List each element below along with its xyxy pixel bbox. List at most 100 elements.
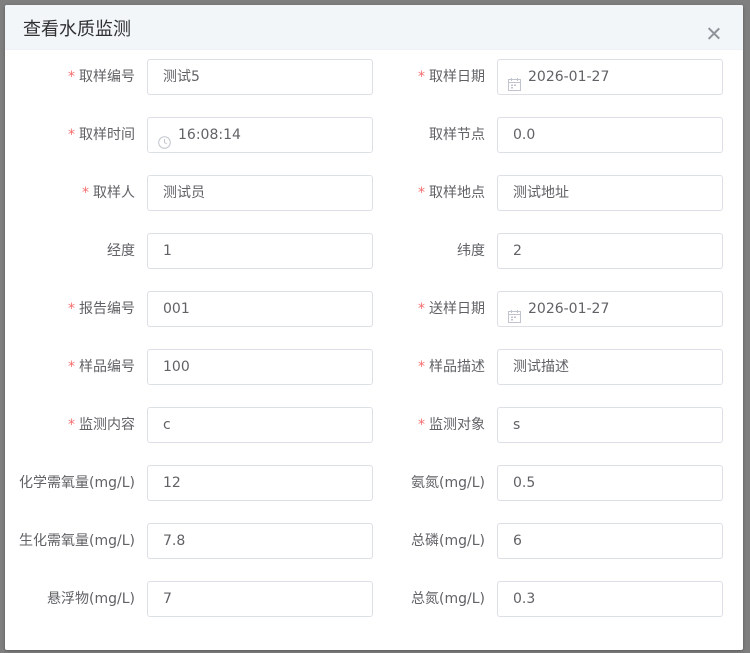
- required-mark: *: [68, 359, 75, 375]
- field-label-text: 化学需氧量(mg/L): [19, 475, 135, 491]
- required-mark: *: [68, 69, 75, 85]
- required-mark: *: [68, 127, 75, 143]
- field-label: * 取样日期: [355, 59, 485, 95]
- field-label: 经度: [5, 233, 135, 269]
- field-label-text: 总磷(mg/L): [411, 533, 485, 549]
- field-value: 0.0: [513, 127, 536, 143]
- field-value: 测试5: [163, 69, 200, 85]
- field-value: 测试地址: [513, 185, 569, 201]
- field-label-text: 经度: [107, 243, 135, 259]
- form-row: 生化需氧量(mg/L) 7.8 总磷(mg/L) 6: [5, 523, 743, 581]
- field-value: 2026-01-27: [528, 69, 610, 85]
- field-label: 化学需氧量(mg/L): [5, 465, 135, 501]
- field-value: s: [513, 417, 521, 433]
- required-mark: *: [68, 417, 75, 433]
- field-input[interactable]: 0.3: [497, 581, 723, 617]
- field-input[interactable]: 0.0: [497, 117, 723, 153]
- field-input[interactable]: 001: [147, 291, 373, 327]
- field-input[interactable]: 7.8: [147, 523, 373, 559]
- field-input[interactable]: s: [497, 407, 723, 443]
- field-input[interactable]: 16:08:14: [147, 117, 373, 153]
- field-value: 2026-01-27: [528, 301, 610, 317]
- field-label: * 送样日期: [355, 291, 485, 327]
- field-label: 总磷(mg/L): [355, 523, 485, 559]
- required-mark: *: [82, 185, 89, 201]
- field-input[interactable]: 测试员: [147, 175, 373, 211]
- field-input[interactable]: 6: [497, 523, 723, 559]
- field-value: 1: [163, 243, 172, 259]
- form-row: * 取样编号 测试5 * 取样日期 2026-01-27: [5, 59, 743, 117]
- field-input[interactable]: 0.5: [497, 465, 723, 501]
- field-label: * 报告编号: [5, 291, 135, 327]
- field-label: * 取样人: [5, 175, 135, 211]
- field-label: * 监测对象: [355, 407, 485, 443]
- required-mark: *: [418, 69, 425, 85]
- field-value: 001: [163, 301, 190, 317]
- field-input[interactable]: 测试地址: [497, 175, 723, 211]
- field-label: 氨氮(mg/L): [355, 465, 485, 501]
- field-input[interactable]: 2: [497, 233, 723, 269]
- form-row: * 监测内容 c * 监测对象 s: [5, 407, 743, 465]
- form-row: 经度 1 纬度 2: [5, 233, 743, 291]
- field-label: 纬度: [355, 233, 485, 269]
- field-value: 0.3: [513, 591, 536, 607]
- field-label-text: 监测对象: [429, 417, 485, 433]
- dialog-title: 查看水质监测: [23, 19, 131, 40]
- field-label-text: 报告编号: [79, 301, 135, 317]
- field-label: * 监测内容: [5, 407, 135, 443]
- field-value: 2: [513, 243, 522, 259]
- field-label: 取样节点: [355, 117, 485, 153]
- field-label-text: 生化需氧量(mg/L): [19, 533, 135, 549]
- field-label-text: 氨氮(mg/L): [411, 475, 485, 491]
- field-label-text: 样品编号: [79, 359, 135, 375]
- field-label: 悬浮物(mg/L): [5, 581, 135, 617]
- field-label: * 取样地点: [355, 175, 485, 211]
- field-label: 生化需氧量(mg/L): [5, 523, 135, 559]
- field-input[interactable]: c: [147, 407, 373, 443]
- calendar-icon: [508, 70, 521, 91]
- field-label: * 取样编号: [5, 59, 135, 95]
- field-value: 100: [163, 359, 190, 375]
- field-value: 16:08:14: [178, 127, 241, 143]
- field-value: 测试描述: [513, 359, 569, 375]
- field-value: 12: [163, 475, 181, 491]
- form-row: * 报告编号 001 * 送样日期 2026-01-27: [5, 291, 743, 349]
- field-label-text: 悬浮物(mg/L): [47, 591, 135, 607]
- field-input[interactable]: 12: [147, 465, 373, 501]
- field-label: 总氮(mg/L): [355, 581, 485, 617]
- field-label-text: 送样日期: [429, 301, 485, 317]
- field-input[interactable]: 100: [147, 349, 373, 385]
- field-value: 测试员: [163, 185, 205, 201]
- field-input[interactable]: 测试5: [147, 59, 373, 95]
- field-label-text: 总氮(mg/L): [411, 591, 485, 607]
- dialog-header: 查看水质监测: [5, 5, 743, 50]
- field-input[interactable]: 2026-01-27: [497, 291, 723, 327]
- form-row: * 取样人 测试员 * 取样地点 测试地址: [5, 175, 743, 233]
- form-grid: * 取样编号 测试5 * 取样日期 2026-01-27 * 取样时间 16:08:14 取样节点…: [5, 59, 743, 639]
- field-value: 0.5: [513, 475, 536, 491]
- field-label-text: 取样编号: [79, 69, 135, 85]
- form-row: * 取样时间 16:08:14 取样节点 0.0: [5, 117, 743, 175]
- field-label-text: 取样日期: [429, 69, 485, 85]
- field-value: 6: [513, 533, 522, 549]
- required-mark: *: [68, 301, 75, 317]
- form-row: * 样品编号 100 * 样品描述 测试描述: [5, 349, 743, 407]
- calendar-icon: [508, 302, 521, 323]
- field-input[interactable]: 2026-01-27: [497, 59, 723, 95]
- field-label: * 样品描述: [355, 349, 485, 385]
- field-label: * 取样时间: [5, 117, 135, 153]
- required-mark: *: [418, 359, 425, 375]
- close-icon[interactable]: [707, 27, 721, 41]
- form-row: 化学需氧量(mg/L) 12 氨氮(mg/L) 0.5: [5, 465, 743, 523]
- required-mark: *: [418, 185, 425, 201]
- view-water-quality-dialog: 查看水质监测 * 取样编号 测试5 * 取样日期 2026-01-27 * 取样时间 16:08…: [5, 5, 743, 650]
- field-input[interactable]: 1: [147, 233, 373, 269]
- field-label-text: 监测内容: [79, 417, 135, 433]
- field-value: 7.8: [163, 533, 186, 549]
- form-row: 悬浮物(mg/L) 7 总氮(mg/L) 0.3: [5, 581, 743, 639]
- field-input[interactable]: 7: [147, 581, 373, 617]
- field-label-text: 样品描述: [429, 359, 485, 375]
- field-label-text: 取样地点: [429, 185, 485, 201]
- field-label-text: 取样时间: [79, 127, 135, 143]
- field-input[interactable]: 测试描述: [497, 349, 723, 385]
